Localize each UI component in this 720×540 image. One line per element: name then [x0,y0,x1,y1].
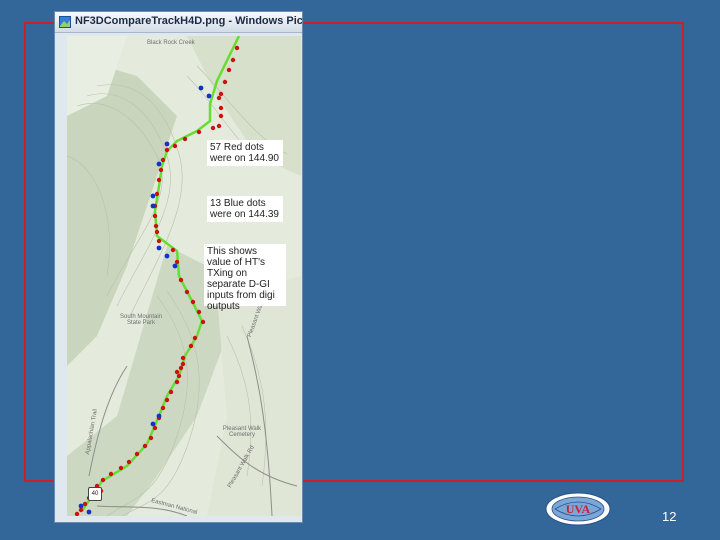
blue-dot [164,141,170,147]
blue-dot [198,85,204,91]
map-label-rock-creek: Black Rock Creek [147,40,195,46]
red-dot [222,79,228,85]
blue-dot [172,263,178,269]
red-dot [100,477,106,483]
red-dot [108,471,114,477]
red-dots-note: 57 Red dots were on 144.90 [207,140,283,166]
blue-dot [164,253,170,259]
red-dot [160,405,166,411]
red-dot [148,435,154,441]
red-dot [180,361,186,367]
red-dot [226,67,232,73]
blue-dots-note: 13 Blue dots were on 144.39 [207,196,283,222]
window-titlebar[interactable]: NF3DCompareTrackH4D.png - Windows Pictur… [55,12,302,33]
logo-text: UVA [566,502,591,516]
red-dot [156,177,162,183]
red-dot [230,57,236,63]
blue-dot [86,509,92,515]
red-dot [82,501,88,507]
red-dot [152,213,158,219]
red-dot [78,507,84,513]
red-dot [184,289,190,295]
red-dot [170,247,176,253]
red-dot [134,451,140,457]
blue-dot [156,245,162,251]
red-dot [234,45,240,51]
red-dot [174,379,180,385]
red-dot [196,309,202,315]
map-label-park: South Mountain State Park [119,314,163,326]
red-dot [142,443,148,449]
blue-dot [156,413,162,419]
picture-app-icon [59,16,71,28]
red-dot [210,125,216,131]
red-dot [180,355,186,361]
red-dot [164,147,170,153]
red-dot [160,157,166,163]
red-dot [188,343,194,349]
blue-dot [150,421,156,427]
uva-logo: UVA [545,492,611,526]
red-dot [190,299,196,305]
red-dot [218,105,224,111]
route-shield-icon: 40 [88,487,102,501]
info-note: This shows value of HT's TXing on separa… [204,244,286,312]
red-dot [174,259,180,265]
red-dot [153,223,159,229]
red-dot [218,91,224,97]
blue-dot [150,203,156,209]
blue-dot [150,193,156,199]
red-dot [192,335,198,341]
red-dot [196,129,202,135]
red-dot [174,369,180,375]
red-dot [178,365,184,371]
blue-dot [206,93,212,99]
red-dot [74,511,80,516]
red-dot [164,397,170,403]
red-dot [200,319,206,325]
red-dot [218,113,224,119]
blue-dot [78,503,84,509]
red-dot [154,191,160,197]
red-dot [126,459,132,465]
valley-shading [207,276,301,516]
map-label-cemetery: Pleasant Walk Cemetery [222,426,262,438]
red-dot [154,229,160,235]
red-dot [216,95,222,101]
red-dot [156,238,162,244]
red-dot [172,143,178,149]
slide-number: 12 [662,509,677,524]
window-title: NF3DCompareTrackH4D.png - Windows Pictur… [75,15,302,27]
red-dot [152,425,158,431]
red-dot [158,167,164,173]
red-dot [118,465,124,471]
red-dot [176,373,182,379]
red-dot [216,123,222,129]
red-dot [182,136,188,142]
blue-dot [156,161,162,167]
map-image: Black Rock Creek South Mountain State Pa… [67,36,301,516]
red-dot [168,389,174,395]
red-dot [178,277,184,283]
picture-viewer-window[interactable]: NF3DCompareTrackH4D.png - Windows Pictur… [55,12,302,522]
